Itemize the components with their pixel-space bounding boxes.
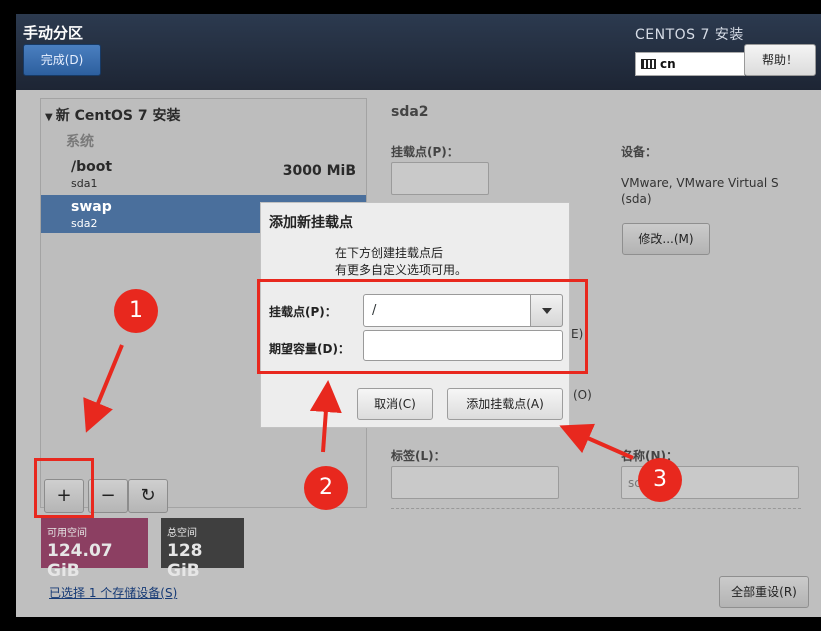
arrow-to-add-mountpoint: [559, 423, 634, 460]
step-marker-2: 2: [304, 466, 348, 510]
arrow-to-add-button: [83, 344, 124, 433]
step-marker-1: 1: [114, 289, 158, 333]
arrow-to-fields: [309, 380, 342, 453]
step-marker-3: 3: [638, 458, 682, 502]
